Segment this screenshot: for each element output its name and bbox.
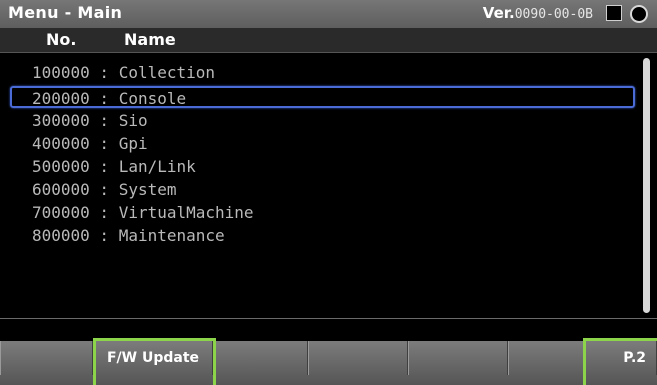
menu-item-maintenance[interactable]: 800000 : Maintenance: [10, 225, 635, 247]
item-separator: :: [89, 226, 119, 245]
item-code: 300000: [32, 111, 90, 130]
menu-item-collection[interactable]: 100000 : Collection: [10, 62, 635, 84]
menu-item-console[interactable]: 200000 : Console: [10, 86, 635, 108]
item-separator: :: [89, 111, 119, 130]
status-square-icon: [606, 5, 622, 21]
item-code: 800000: [32, 226, 90, 245]
scrollbar[interactable]: [642, 56, 652, 316]
window-title: Menu - Main: [8, 3, 123, 22]
version-info: Ver.0090-00-0B: [483, 4, 593, 22]
item-separator: :: [89, 157, 119, 176]
item-name: Gpi: [118, 134, 148, 153]
menu-item-sio[interactable]: 300000 : Sio: [10, 110, 635, 132]
item-name: Maintenance: [118, 226, 225, 245]
item-code: 600000: [32, 180, 90, 199]
item-code: 200000: [32, 89, 90, 108]
menu-item-system[interactable]: 600000 : System: [10, 179, 635, 201]
column-header: No. Name: [0, 28, 657, 53]
fw-update-highlight: [93, 338, 216, 385]
function-key-5[interactable]: [408, 341, 508, 375]
function-key-6[interactable]: [508, 341, 585, 375]
item-separator: :: [89, 89, 119, 108]
item-name: Sio: [118, 111, 148, 130]
item-name: Collection: [118, 63, 216, 82]
menu-list: 100000 : Collection 200000 : Console 300…: [0, 60, 640, 315]
item-code: 500000: [32, 157, 90, 176]
menu-item-gpi[interactable]: 400000 : Gpi: [10, 133, 635, 155]
page-2-highlight: [583, 338, 657, 385]
function-key-3[interactable]: [213, 341, 308, 375]
menu-item-virtualmachine[interactable]: 700000 : VirtualMachine: [10, 202, 635, 224]
version-label: Ver.: [482, 4, 515, 22]
menu-item-lan-link[interactable]: 500000 : Lan/Link: [10, 156, 635, 178]
device-screen: Menu - Main Ver.0090-00-0B No. Name 1000…: [0, 0, 657, 385]
item-separator: :: [89, 63, 119, 82]
function-key-1[interactable]: [0, 341, 93, 375]
function-key-4[interactable]: [308, 341, 408, 375]
item-name: VirtualMachine: [118, 203, 254, 222]
status-circle-icon: [630, 5, 648, 23]
column-no: No.: [46, 30, 77, 49]
item-separator: :: [89, 180, 119, 199]
item-name: Lan/Link: [118, 157, 196, 176]
item-separator: :: [89, 203, 119, 222]
column-name: Name: [124, 30, 176, 49]
item-name: Console: [118, 89, 187, 108]
version-value: 0090-00-0B: [514, 7, 593, 22]
item-code: 100000: [32, 63, 90, 82]
item-name: System: [118, 180, 177, 199]
title-bar: Menu - Main Ver.0090-00-0B: [0, 0, 657, 28]
footer-divider: [0, 318, 657, 319]
item-code: 400000: [32, 134, 90, 153]
scrollbar-thumb[interactable]: [643, 58, 650, 313]
item-code: 700000: [32, 203, 90, 222]
item-separator: :: [89, 134, 119, 153]
